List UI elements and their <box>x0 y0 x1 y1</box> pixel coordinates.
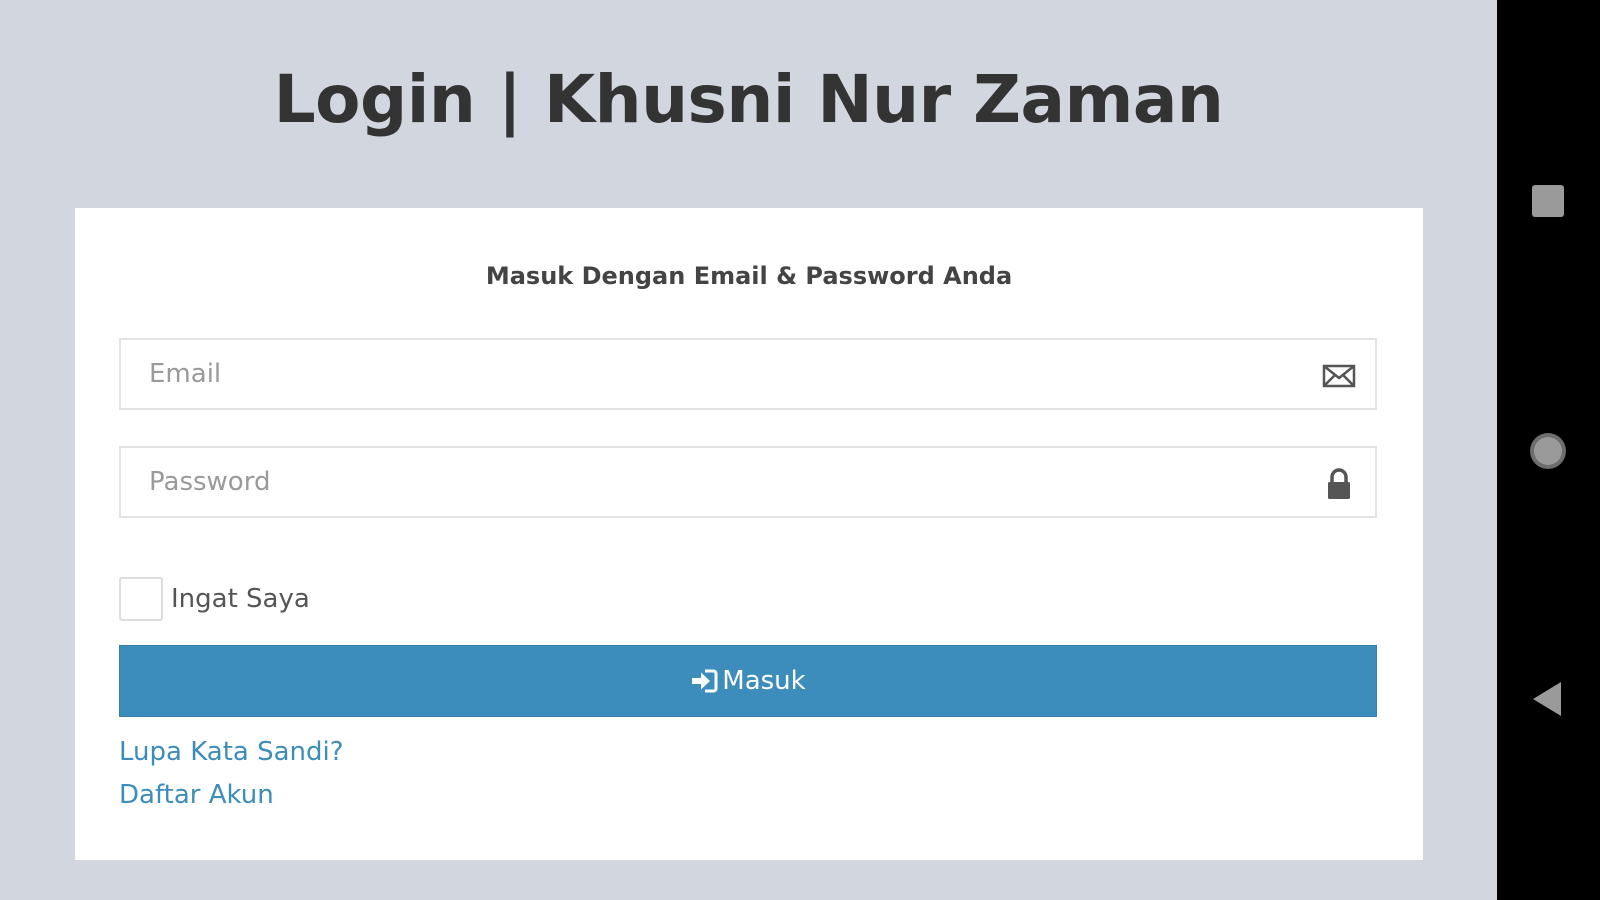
home-icon[interactable] <box>1527 430 1569 472</box>
navigation-bar <box>1497 0 1600 900</box>
back-icon[interactable] <box>1527 678 1569 720</box>
lock-icon <box>1328 468 1350 499</box>
forgot-password-link[interactable]: Lupa Kata Sandi? <box>119 735 344 769</box>
login-button-label: Masuk <box>722 666 806 696</box>
register-link[interactable]: Daftar Akun <box>119 778 274 812</box>
recents-icon[interactable] <box>1527 180 1569 222</box>
login-box-message: Masuk Dengan Email & Password Anda <box>485 262 1013 290</box>
login-page: Login | Khusni Nur Zaman Masuk Dengan Em… <box>0 0 1497 900</box>
envelope-icon <box>1322 364 1356 388</box>
sign-in-icon <box>692 669 718 693</box>
remember-me[interactable]: Ingat Saya <box>119 574 310 624</box>
remember-me-checkbox[interactable] <box>119 577 163 621</box>
password-field[interactable] <box>119 446 1377 518</box>
password-input[interactable] <box>121 448 1375 516</box>
page-title: Login | Khusni Nur Zaman <box>273 61 1224 138</box>
remember-me-label: Ingat Saya <box>171 584 310 614</box>
login-box: Masuk Dengan Email & Password Anda Ingat… <box>75 208 1423 860</box>
email-field[interactable] <box>119 338 1377 410</box>
email-input[interactable] <box>121 340 1375 408</box>
login-button[interactable]: Masuk <box>119 645 1377 717</box>
